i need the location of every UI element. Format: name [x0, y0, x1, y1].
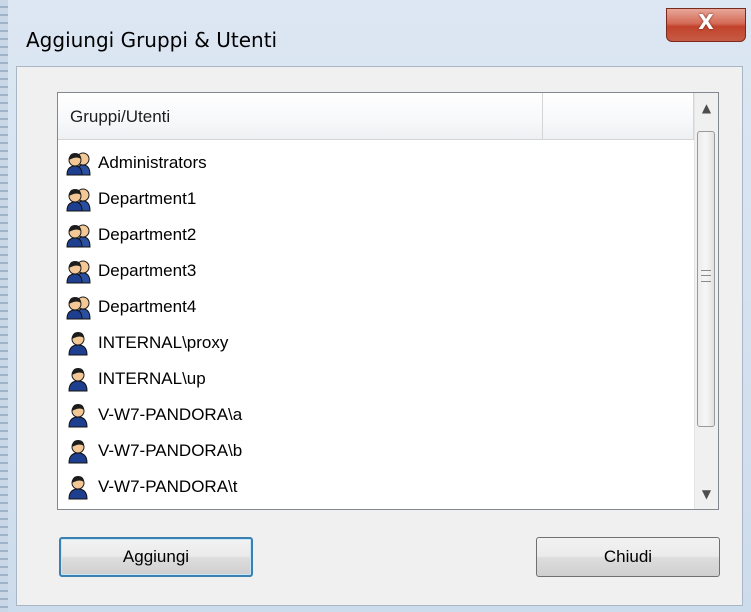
- user-icon: [68, 368, 88, 392]
- add-button[interactable]: Aggiungi: [59, 537, 253, 577]
- list-item-partial[interactable]: [58, 505, 694, 509]
- scroll-up-arrow-icon[interactable]: ▲: [695, 93, 718, 123]
- groups-users-list[interactable]: Gruppi/Utenti Administrators Department1…: [57, 92, 719, 510]
- list-item[interactable]: V-W7-PANDORA\b: [58, 433, 694, 469]
- scroll-down-arrow-icon[interactable]: ▼: [695, 479, 718, 509]
- list-item[interactable]: Department1: [58, 181, 694, 217]
- close-window-button[interactable]: X: [666, 8, 746, 42]
- column-header-empty[interactable]: [543, 93, 694, 139]
- list-item[interactable]: Department4: [58, 289, 694, 325]
- list-item-label: INTERNAL\up: [98, 369, 206, 388]
- desktop-background: [0, 0, 8, 612]
- group-icon: [66, 224, 91, 248]
- user-icon: [68, 440, 88, 464]
- column-header-groups-users[interactable]: Gruppi/Utenti: [58, 93, 543, 139]
- list-item-label: Department3: [98, 261, 197, 280]
- grip-icon: [701, 270, 711, 282]
- list-header: Gruppi/Utenti: [58, 93, 694, 140]
- list-rows: Administrators Department1 Department2 D…: [58, 145, 694, 509]
- group-icon: [66, 152, 91, 176]
- group-icon: [66, 188, 91, 212]
- user-icon: [68, 476, 88, 500]
- list-item[interactable]: V-W7-PANDORA\t: [58, 469, 694, 505]
- user-icon: [68, 404, 88, 428]
- group-icon: [66, 260, 91, 284]
- list-item-label: Department1: [98, 189, 197, 208]
- title-bar[interactable]: Aggiungi Gruppi & Utenti X: [8, 0, 751, 66]
- list-item[interactable]: INTERNAL\proxy: [58, 325, 694, 361]
- list-item-label: V-W7-PANDORA\b: [98, 441, 243, 460]
- dialog-client-area: Gruppi/Utenti Administrators Department1…: [16, 66, 743, 606]
- dialog-window: Aggiungi Gruppi & Utenti X Gruppi/Utenti: [8, 0, 751, 612]
- list-item[interactable]: Department2: [58, 217, 694, 253]
- list-item[interactable]: V-W7-PANDORA\a: [58, 397, 694, 433]
- vertical-scrollbar[interactable]: ▲ ▼: [694, 93, 718, 509]
- close-button[interactable]: Chiudi: [536, 537, 720, 577]
- user-icon: [68, 332, 88, 356]
- list-item-label: Department2: [98, 225, 197, 244]
- scrollbar-thumb[interactable]: [697, 131, 715, 427]
- list-item[interactable]: Administrators: [58, 145, 694, 181]
- window-title: Aggiungi Gruppi & Utenti: [26, 28, 278, 52]
- group-icon: [66, 296, 91, 320]
- list-item-label: V-W7-PANDORA\a: [98, 405, 243, 424]
- list-item[interactable]: Department3: [58, 253, 694, 289]
- list-item-label: Department4: [98, 297, 197, 316]
- list-item-label: V-W7-PANDORA\t: [98, 477, 238, 496]
- list-item-label: INTERNAL\proxy: [98, 333, 229, 352]
- column-header-label: Gruppi/Utenti: [70, 107, 171, 126]
- list-item-label: Administrators: [98, 153, 207, 172]
- close-icon: X: [698, 10, 714, 34]
- list-item[interactable]: INTERNAL\up: [58, 361, 694, 397]
